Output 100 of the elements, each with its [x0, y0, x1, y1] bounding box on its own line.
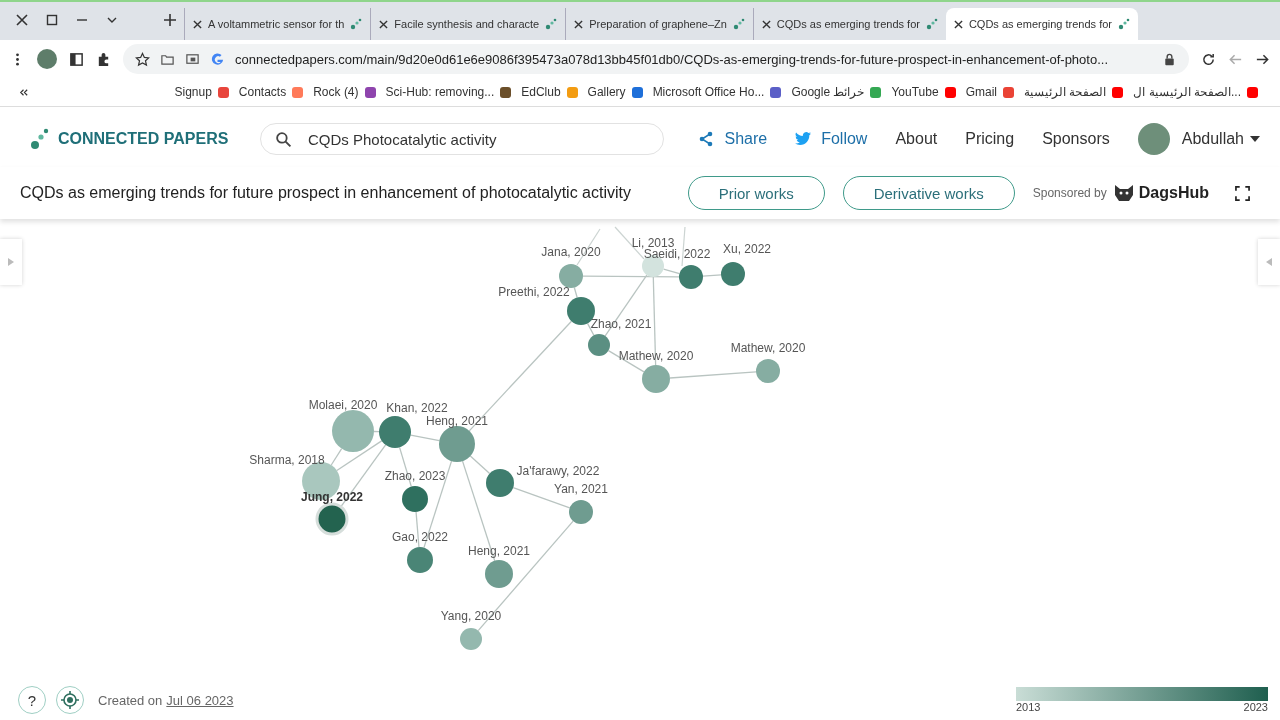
paper-node[interactable] [756, 359, 780, 383]
close-icon[interactable] [193, 19, 202, 29]
paper-title: CQDs as emerging trends for future prospect in enhancement of photocatalytic activity [20, 184, 631, 202]
legend-start-year: 2013 [1016, 701, 1041, 713]
fullscreen-icon[interactable] [1235, 185, 1250, 201]
maximize-icon[interactable] [46, 14, 58, 26]
graph-edge [373, 430, 380, 433]
graph-edge [702, 274, 722, 277]
bookmark[interactable]: Rock (4) [313, 85, 376, 99]
nav-link[interactable]: Sponsors [1042, 130, 1110, 148]
logo-text[interactable]: CONNECTED PAPERS [58, 130, 229, 148]
node-label: Jung, 2022 [301, 490, 363, 504]
close-icon[interactable] [761, 19, 771, 29]
help-button[interactable]: ? [18, 686, 46, 714]
close-icon[interactable] [16, 14, 28, 26]
paper-node[interactable] [569, 500, 593, 524]
paper-node[interactable] [642, 365, 670, 393]
node-label: Preethi, 2022 [498, 285, 570, 299]
paper-node[interactable] [379, 416, 411, 448]
nav-link[interactable]: Follow [795, 130, 868, 148]
puzzle-icon[interactable] [96, 51, 111, 67]
node-label: Heng, 2021 [425, 414, 489, 428]
nav-link[interactable]: About [895, 130, 938, 148]
favicon-icon [925, 18, 938, 30]
paper-node[interactable] [460, 628, 482, 650]
bookmark[interactable]: Google خرائط [791, 85, 882, 99]
close-icon[interactable] [574, 19, 584, 29]
works-button[interactable]: Derivative works [842, 176, 1015, 210]
user-menu[interactable]: Abdullah [1181, 130, 1260, 148]
lock-icon [1162, 51, 1177, 67]
paper-node[interactable] [679, 265, 703, 289]
paper-node[interactable] [315, 502, 349, 536]
paper-node[interactable] [721, 262, 745, 286]
paper-node[interactable] [588, 334, 610, 356]
bookmark[interactable]: Contacts [238, 85, 304, 99]
graph-edge [576, 228, 601, 266]
graph-edge [573, 286, 578, 299]
node-label: Khan, 2022 [386, 401, 448, 415]
node-label: Mathew, 2020 [730, 341, 806, 355]
node-label: Yan, 2021 [554, 482, 608, 496]
paper-node[interactable] [486, 469, 514, 497]
new-tab-icon[interactable] [164, 14, 176, 26]
legend-end-year: 2023 [1243, 701, 1268, 713]
side-panel-handle[interactable] [1258, 239, 1280, 285]
paper-node[interactable] [439, 426, 475, 462]
sidebar-icon[interactable] [69, 51, 84, 67]
bookmark[interactable]: Gallery [587, 85, 643, 99]
user-avatar[interactable] [1137, 123, 1170, 155]
paper-node[interactable] [407, 547, 433, 573]
graph-edge [410, 434, 440, 442]
triangle-right-icon [8, 258, 14, 266]
address-bar[interactable]: connectedpapers.com/main/9d20e0d61e6e9086f395473a078d13bb45f01db0/CQDs-as-emerging-trends-for-future-prospect-in-enhancement-of-photo... [123, 44, 1189, 74]
close-icon[interactable] [953, 19, 963, 29]
paper-node[interactable] [485, 560, 513, 588]
bookmark[interactable]: Gmail [965, 85, 1014, 99]
reload-icon[interactable] [1201, 51, 1216, 67]
target-icon [61, 691, 79, 709]
side-panel-handle[interactable] [0, 239, 22, 285]
favicon-icon [545, 18, 558, 30]
created-date-link[interactable]: Jul 06 2023 [166, 692, 234, 708]
node-label: Zhao, 2023 [384, 469, 446, 483]
search-icon [275, 130, 292, 148]
double-chevron-icon[interactable] [18, 86, 29, 98]
favicon-icon [350, 18, 363, 30]
sponsored-label: Sponsored by [1032, 186, 1107, 200]
paper-node[interactable] [402, 486, 428, 512]
locate-button[interactable] [56, 686, 84, 714]
works-button[interactable]: Prior works [687, 176, 825, 210]
share-icon [698, 131, 715, 147]
cast-icon[interactable] [185, 51, 200, 67]
close-icon[interactable] [379, 19, 389, 29]
bookmark[interactable]: الصفحة الرئيسية [1023, 85, 1124, 99]
created-label: Created on [98, 692, 163, 708]
google-icon [210, 51, 225, 67]
bookmark[interactable]: YouTube [891, 85, 956, 99]
bookmark[interactable]: Signup [174, 85, 229, 99]
bookmark[interactable]: Microsoft Office Ho... [652, 85, 782, 99]
paper-node[interactable] [332, 410, 374, 452]
paper-node[interactable] [559, 264, 583, 288]
logo-icon [30, 128, 50, 150]
sponsor-name[interactable]: DagsHub [1138, 184, 1209, 202]
node-label: Heng, 2021 [467, 544, 531, 558]
caret-icon [1250, 136, 1260, 142]
browser-tab[interactable]: CQDs as emerging trends for [945, 8, 1138, 40]
graph-edge [415, 511, 420, 548]
bookmark[interactable]: EdClub [521, 85, 578, 99]
star-icon[interactable] [135, 51, 150, 67]
bookmark[interactable]: الصفحة الرئيسية ال... [1133, 85, 1258, 99]
nav-link[interactable]: Pricing [965, 130, 1015, 148]
node-label: Gao, 2022 [392, 530, 448, 544]
favicon-icon [1118, 18, 1130, 30]
nav-link[interactable]: Share [698, 130, 768, 148]
node-label: Molaei, 2020 [308, 398, 378, 412]
node-label: Saeidi, 2022 [643, 247, 711, 261]
dog-logo-icon [1112, 183, 1135, 203]
node-label: Xu, 2022 [723, 242, 771, 256]
bookmark[interactable]: Sci-Hub: removing... [385, 85, 512, 99]
node-label: Ja'farawy, 2022 [516, 464, 600, 478]
profile-avatar[interactable] [37, 49, 57, 69]
node-label: Mathew, 2020 [618, 349, 694, 363]
